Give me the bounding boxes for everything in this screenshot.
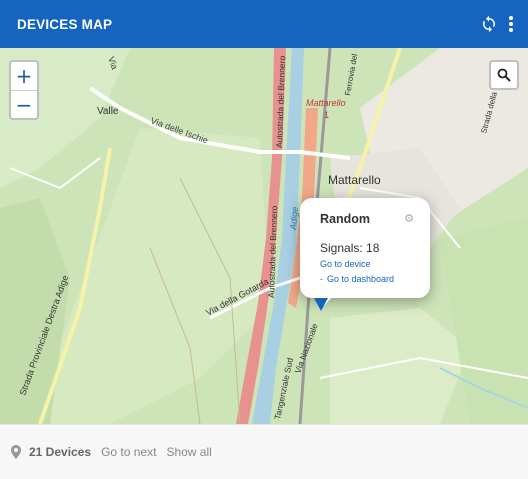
map-view[interactable]: Valle Via delle Ischie Via Autostrada de… <box>0 48 528 424</box>
map-label-autostrada: Autostrada del Brennero <box>274 55 287 148</box>
zoom-control: + − <box>9 60 39 120</box>
device-marker-icon[interactable] <box>314 298 328 312</box>
map-search-button[interactable] <box>489 60 519 90</box>
refresh-icon[interactable] <box>480 15 498 33</box>
map-label-via-della-gotarda: Via della Gotarda <box>204 276 270 317</box>
map-label-mattarello-num: 1 <box>324 110 329 120</box>
show-all-button[interactable]: Show all <box>166 445 211 459</box>
map-label-via-nazionale: Via Nazionale <box>292 322 319 375</box>
dashboard-prefix: - <box>320 274 323 284</box>
device-popup: Random ⚙ Signals: 18 Go to device - Go to… <box>300 198 430 307</box>
go-to-device-link[interactable]: Go to device <box>320 259 430 269</box>
map-label-via-top: Via <box>106 55 120 71</box>
gear-icon[interactable]: ⚙ <box>404 212 414 225</box>
go-to-dashboard-row: - Go to dashboard <box>320 274 430 284</box>
map-label-strada-provinciale: Strada Provinciale Destra Adige <box>17 274 70 397</box>
signals-count: Signals: 18 <box>320 241 380 255</box>
more-vert-icon[interactable] <box>508 15 514 33</box>
map-label-via-delle-ischie: Via delle Ischie <box>149 115 209 145</box>
device-count: 21 Devices <box>29 445 92 459</box>
footer-bar: 21 Devices Go to next Show all <box>0 424 528 479</box>
go-to-next-button[interactable]: Go to next <box>101 445 156 459</box>
map-label-adige: Adige <box>288 206 300 231</box>
map-label-mattarello-top: Mattarello <box>306 98 346 108</box>
map-pin-icon <box>11 445 21 459</box>
go-to-dashboard-link[interactable]: Go to dashboard <box>327 274 394 284</box>
map-label-tangenziale: Tangenziale Sud <box>272 357 295 421</box>
map-label-ferrovia: Ferrovia del <box>343 53 359 96</box>
app-header: DEVICES MAP <box>0 0 528 48</box>
header-actions <box>480 0 514 48</box>
zoom-out-button[interactable]: − <box>11 91 37 119</box>
map-labels: Valle Via delle Ischie Via Autostrada de… <box>17 53 499 421</box>
map-label-valle: Valle <box>97 106 119 117</box>
search-icon <box>497 68 511 82</box>
zoom-in-button[interactable]: + <box>11 62 37 91</box>
page-title: DEVICES MAP <box>17 16 113 32</box>
map-label-mattarello-town: Mattarello <box>328 173 381 187</box>
map-label-strada-right: Strada della <box>479 90 499 134</box>
